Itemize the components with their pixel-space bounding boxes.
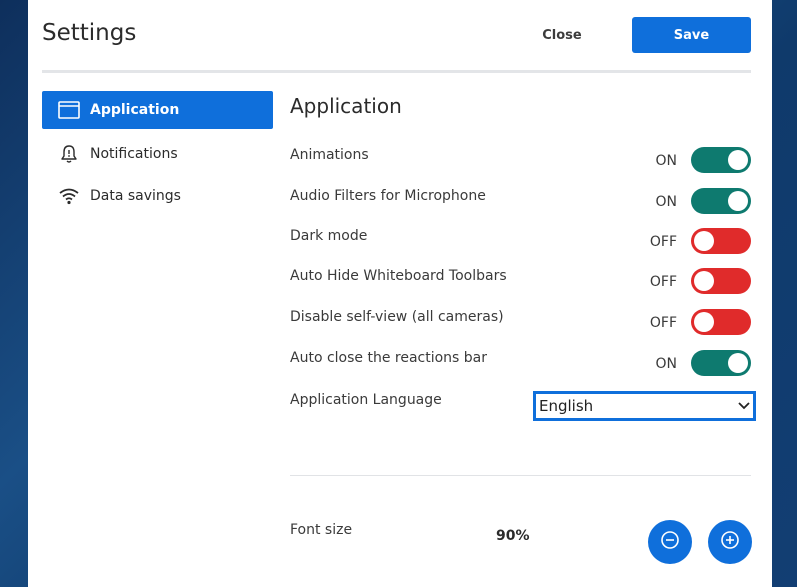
plus-circle-icon (720, 530, 740, 555)
setting-row-disable-self-view: Disable self-view (all cameras) OFF (290, 309, 751, 343)
settings-modal: Settings Close Save Application Notifica… (28, 0, 772, 587)
audio-filters-toggle[interactable] (691, 188, 751, 214)
toggle-state: OFF (649, 274, 677, 290)
setting-row-animations: Animations ON (290, 147, 751, 181)
increase-font-button[interactable] (708, 520, 752, 564)
setting-label: Disable self-view (all cameras) (290, 309, 504, 325)
minus-circle-icon (660, 530, 680, 555)
sidebar-item-label: Notifications (90, 146, 178, 162)
auto-close-reactions-toggle[interactable] (691, 350, 751, 376)
animations-toggle[interactable] (691, 147, 751, 173)
setting-label: Animations (290, 147, 369, 163)
bell-icon (58, 144, 80, 164)
toggle-state: OFF (649, 315, 677, 331)
toggle-knob (728, 353, 748, 373)
sidebar-item-label: Application (90, 102, 180, 118)
toggle-state: ON (655, 194, 678, 210)
toggle-state: OFF (649, 234, 677, 250)
window-icon (58, 100, 80, 120)
sidebar-item-label: Data savings (90, 188, 181, 204)
toggle-knob (728, 150, 748, 170)
section-title: Application (290, 94, 402, 118)
setting-row-auto-hide-whiteboard: Auto Hide Whiteboard Toolbars OFF (290, 268, 751, 302)
setting-row-dark-mode: Dark mode OFF (290, 228, 751, 262)
toggle-state: ON (655, 153, 678, 169)
sidebar-item-data-savings[interactable]: Data savings (42, 177, 273, 215)
sidebar-item-notifications[interactable]: Notifications (42, 135, 273, 173)
setting-row-audio-filters: Audio Filters for Microphone ON (290, 188, 751, 222)
setting-label: Dark mode (290, 228, 368, 244)
save-button[interactable]: Save (632, 17, 751, 53)
header-divider (42, 70, 751, 73)
dark-mode-toggle[interactable] (691, 228, 751, 254)
setting-label: Auto close the reactions bar (290, 350, 488, 366)
language-value: English (539, 397, 594, 415)
font-size-label: Font size (290, 522, 353, 538)
content-divider (290, 475, 751, 476)
chevron-down-icon (737, 397, 751, 415)
toggle-state: ON (655, 356, 678, 372)
language-select[interactable]: English (533, 391, 756, 421)
close-button[interactable]: Close (528, 18, 596, 52)
toggle-knob (694, 231, 714, 251)
setting-label: Audio Filters for Microphone (290, 188, 486, 204)
toggle-knob (728, 191, 748, 211)
language-label: Application Language (290, 392, 442, 408)
disable-self-view-toggle[interactable] (691, 309, 751, 335)
setting-label: Auto Hide Whiteboard Toolbars (290, 268, 507, 284)
modal-title: Settings (42, 20, 137, 46)
toggle-knob (694, 271, 714, 291)
decrease-font-button[interactable] (648, 520, 692, 564)
sidebar-item-application[interactable]: Application (42, 91, 273, 129)
wifi-icon (58, 186, 80, 206)
toggle-knob (694, 312, 714, 332)
auto-hide-whiteboard-toggle[interactable] (691, 268, 751, 294)
setting-row-auto-close-reactions: Auto close the reactions bar ON (290, 350, 751, 384)
font-size-value: 90% (496, 528, 530, 544)
